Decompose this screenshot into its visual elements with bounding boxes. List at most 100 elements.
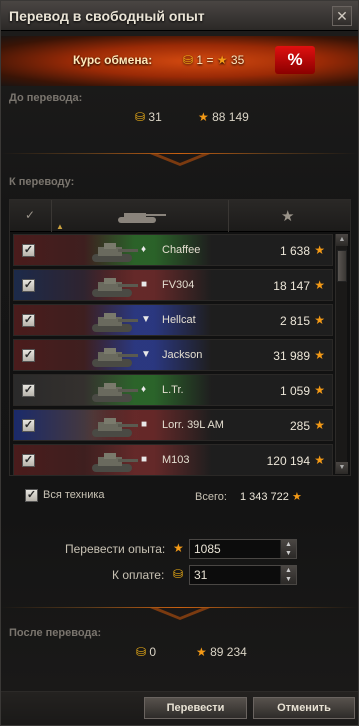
all-vehicles-checkbox[interactable]: ✓ <box>25 489 38 502</box>
vehicle-exp: 285 <box>289 419 310 433</box>
star-icon: ★ <box>196 645 207 659</box>
star-icon: ★ <box>281 208 295 225</box>
table-row[interactable]: ✓ ♦ Chaffee 1 638 ★ <box>13 234 333 266</box>
close-button[interactable]: ✕ <box>332 6 352 26</box>
vehicle-type-icon: ■ <box>141 419 148 430</box>
vehicle-type-icon: ■ <box>141 454 148 465</box>
header-exp-column[interactable]: ★ <box>229 200 350 232</box>
tank-icon <box>92 418 138 437</box>
vehicle-type-icon: ♦ <box>141 384 147 395</box>
after-gold-value: 0 <box>149 645 157 659</box>
vehicle-exp: 31 989 <box>273 349 310 363</box>
row-checkbox[interactable]: ✓ <box>22 454 35 467</box>
vehicle-name: M103 <box>162 454 190 466</box>
vehicle-exp: 2 815 <box>279 314 310 328</box>
table-header: ✓ ▲ ★ <box>10 200 350 232</box>
vehicle-name: Lorr. 39L AM <box>162 419 224 431</box>
title-bar[interactable]: Перевод в свободный опыт ✕ <box>1 1 358 31</box>
star-icon: ★ <box>314 453 325 467</box>
total-label: Всего: <box>195 491 227 503</box>
scroll-thumb[interactable] <box>337 250 347 282</box>
row-checkbox[interactable]: ✓ <box>22 349 35 362</box>
table-row[interactable]: ✓ ▼ Jackson 31 989 ★ <box>13 339 333 371</box>
discount-percent-badge: % <box>275 46 315 74</box>
row-checkbox[interactable]: ✓ <box>22 279 35 292</box>
gold-amount-value: 31 <box>194 568 208 582</box>
table-scrollbar[interactable]: ▲ ▼ <box>335 234 348 474</box>
gold-icon: ⛁ <box>173 567 184 581</box>
vehicle-name: Hellcat <box>162 314 196 326</box>
before-exp: ★ 88 149 <box>198 110 249 124</box>
table-row[interactable]: ✓ ■ Lorr. 39L AM 285 ★ <box>13 409 333 441</box>
header-select-column[interactable]: ✓ <box>10 200 52 232</box>
header-vehicle-column[interactable]: ▲ <box>52 200 229 232</box>
vehicle-name: FV304 <box>162 279 195 291</box>
gold-icon: ⛁ <box>183 53 194 67</box>
vehicle-exp: 1 059 <box>279 384 310 398</box>
before-gold: ⛁ 31 <box>135 110 162 124</box>
row-checkbox[interactable]: ✓ <box>22 314 35 327</box>
exchange-rate-banner: Курс обмена: ⛁ 1 = ★ 35 % <box>1 36 358 86</box>
vehicle-exp: 1 638 <box>279 244 310 258</box>
vehicle-type-icon: ■ <box>141 279 148 290</box>
table-row[interactable]: ✓ ▼ Hellcat 2 815 ★ <box>13 304 333 336</box>
exchange-rate-value: ⛁ 1 = ★ 35 <box>183 53 244 67</box>
star-icon: ★ <box>198 110 209 124</box>
scroll-up-button[interactable]: ▲ <box>336 234 348 246</box>
before-gold-value: 31 <box>148 110 162 124</box>
scroll-down-button[interactable]: ▼ <box>336 462 348 474</box>
after-exp: ★ 89 234 <box>196 645 247 659</box>
rate-gold: 1 <box>196 53 204 67</box>
exp-amount-stepper[interactable]: ▲ ▼ <box>280 540 296 558</box>
star-icon: ★ <box>314 348 325 362</box>
exchange-rate-label: Курс обмена: <box>73 53 153 67</box>
tank-icon <box>92 348 138 367</box>
after-exp-value: 89 234 <box>210 645 247 659</box>
star-icon: ★ <box>314 383 325 397</box>
cancel-button[interactable]: Отменить <box>253 697 355 719</box>
row-checkbox[interactable]: ✓ <box>22 384 35 397</box>
star-icon: ★ <box>314 243 325 257</box>
exchange-window: Перевод в свободный опыт ✕ Курс обмена: … <box>0 0 359 726</box>
table-row[interactable]: ✓ ■ FV304 18 147 ★ <box>13 269 333 301</box>
gold-icon: ⛁ <box>136 645 147 659</box>
before-exp-value: 88 149 <box>212 110 249 124</box>
star-icon: ★ <box>216 53 228 67</box>
table-row[interactable]: ✓ ■ M103 120 194 ★ <box>13 444 333 476</box>
vehicle-table: ✓ ▲ ★ ✓ ♦ Chaffee 1 638 ★ ✓ ■ FV304 18 1… <box>9 199 351 476</box>
rate-equals: = <box>206 53 214 67</box>
row-checkbox[interactable]: ✓ <box>22 244 35 257</box>
star-icon: ★ <box>173 541 184 555</box>
star-icon: ★ <box>314 313 325 327</box>
total-exp: Всего: 1 343 722 ★ <box>195 490 302 503</box>
vehicle-type-icon: ▼ <box>141 314 151 325</box>
chevron-down-icon <box>150 608 210 620</box>
exp-amount-input[interactable]: 1085 ▲ ▼ <box>189 539 297 559</box>
star-icon: ★ <box>314 418 325 432</box>
total-value: 1 343 722 <box>239 491 289 503</box>
row-checkbox[interactable]: ✓ <box>22 419 35 432</box>
vehicle-exp: 120 194 <box>266 454 310 468</box>
after-gold: ⛁ 0 <box>136 645 156 659</box>
transfer-label: К переводу: <box>9 176 75 188</box>
gold-amount-stepper[interactable]: ▲ ▼ <box>280 566 296 584</box>
table-row[interactable]: ✓ ♦ L.Tr. 1 059 ★ <box>13 374 333 406</box>
all-vehicles-label: Вся техника <box>43 489 105 501</box>
vehicle-name: Chaffee <box>162 244 201 256</box>
tank-icon <box>118 213 166 223</box>
star-icon: ★ <box>314 278 325 292</box>
vehicle-name: Jackson <box>162 349 203 361</box>
star-icon: ★ <box>291 491 302 503</box>
exp-input-label: Перевести опыта: <box>65 542 166 556</box>
tank-icon <box>92 383 138 402</box>
before-label: До перевода: <box>9 92 83 104</box>
transfer-button[interactable]: Перевести <box>144 697 247 719</box>
payment-label: К оплате: <box>112 568 165 582</box>
vehicle-type-icon: ▼ <box>141 349 151 360</box>
sort-arrow-icon: ▲ <box>56 222 64 231</box>
tank-icon <box>92 453 138 472</box>
rate-exp: 35 <box>230 53 245 67</box>
vehicle-name: L.Tr. <box>162 384 184 396</box>
gold-amount-input[interactable]: 31 ▲ ▼ <box>189 565 297 585</box>
tank-icon <box>92 243 138 262</box>
